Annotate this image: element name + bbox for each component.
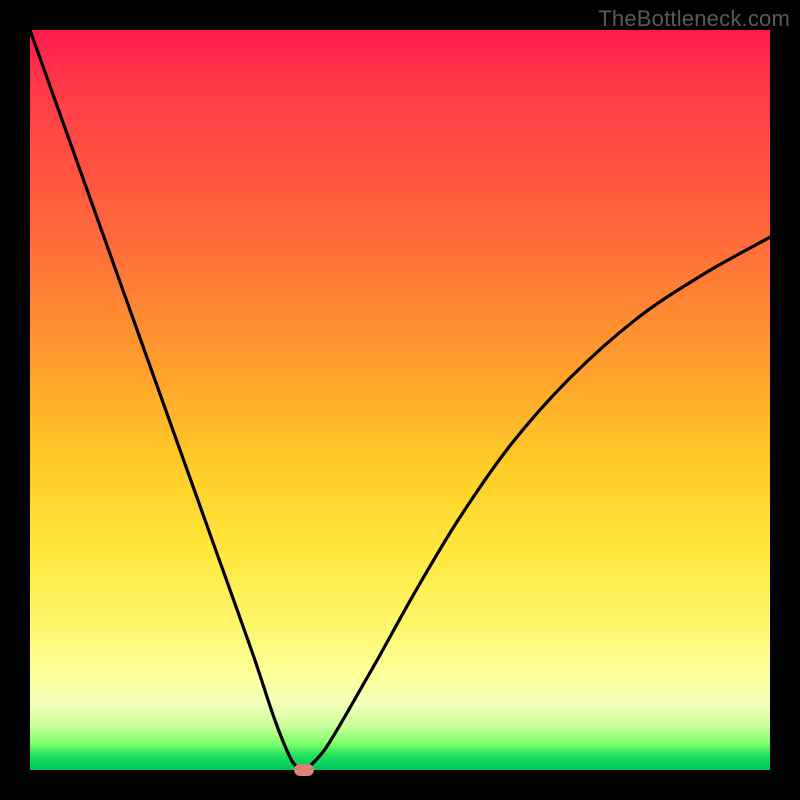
watermark-text: TheBottleneck.com (598, 6, 790, 32)
minimum-marker (294, 764, 314, 776)
chart-frame: TheBottleneck.com (0, 0, 800, 800)
plot-area (30, 30, 770, 770)
bottleneck-curve (30, 30, 770, 770)
